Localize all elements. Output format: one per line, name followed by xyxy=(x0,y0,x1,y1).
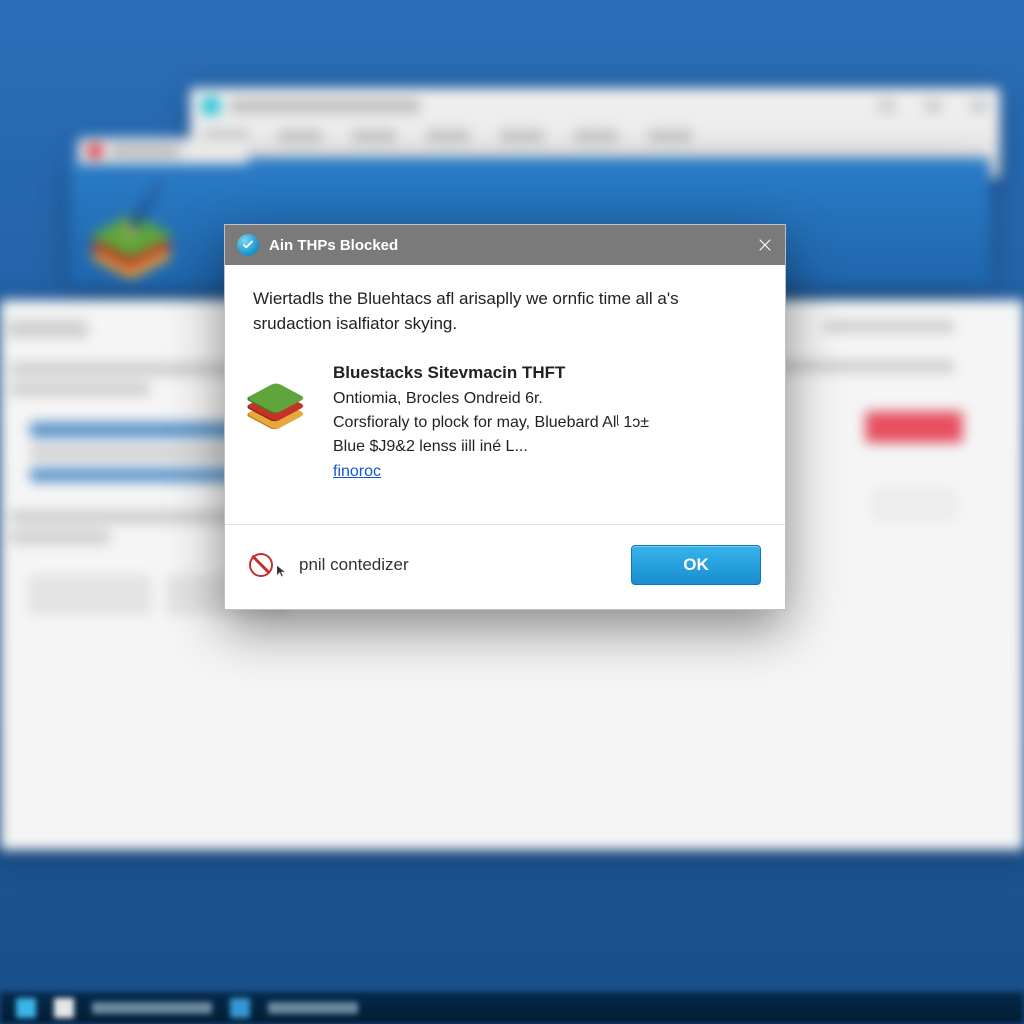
ok-button[interactable]: OK xyxy=(631,545,761,585)
block-icon xyxy=(249,553,273,577)
dialog-footer: pnil contedizer OK xyxy=(225,524,785,609)
shield-check-icon xyxy=(237,234,259,256)
close-button[interactable] xyxy=(745,225,785,265)
blocked-item-line3: Blue $J9&2 lenss iill iné L... xyxy=(333,435,757,459)
dialog-body: Wiertadls the Bluehtacs afl arisaplly we… xyxy=(225,265,785,524)
stack-icon xyxy=(100,178,164,242)
blocked-item-line1: Ontiomia, Brocles Ondreid 6r. xyxy=(333,387,757,411)
blocked-item-name: Bluestacks Sitevmacin THFT xyxy=(333,360,757,385)
dialog-intro-text: Wiertadls the Bluehtacs afl arisaplly we… xyxy=(253,287,757,336)
blocked-item-line2: Corsfioraly to plock for may, Bluebard A… xyxy=(333,411,757,435)
blocked-dialog: Ain THPs Blocked Wiertadls the Bluehtacs… xyxy=(224,224,786,610)
blocked-item-link[interactable]: finoroc xyxy=(333,460,381,484)
footer-text: pnil contedizer xyxy=(299,555,409,575)
blocked-item-row: Bluestacks Sitevmacin THFT Ontiomia, Bro… xyxy=(253,360,757,484)
footer-left: pnil contedizer xyxy=(249,553,409,577)
dialog-titlebar: Ain THPs Blocked xyxy=(225,225,785,265)
dialog-title: Ain THPs Blocked xyxy=(269,237,745,254)
cursor-icon xyxy=(275,563,289,577)
stack-icon xyxy=(253,363,299,409)
taskbar xyxy=(0,992,1024,1024)
